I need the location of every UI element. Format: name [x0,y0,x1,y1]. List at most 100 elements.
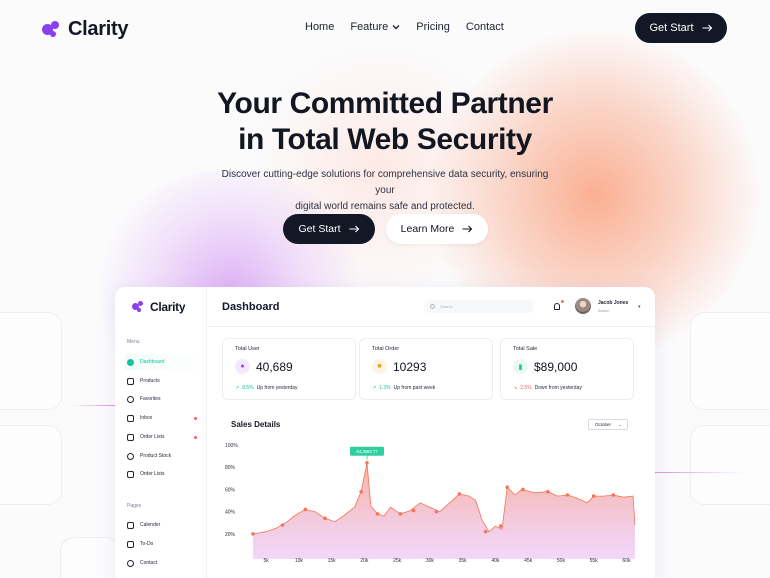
bar-chart-icon: ▮ [513,359,528,374]
search-icon [430,304,435,309]
data-point [505,485,510,490]
sidebar-item-label: Product Stock [140,453,172,459]
x-tick-label: 10k [295,558,304,564]
dashboard-title: Dashboard [222,301,280,313]
tooltip-label: 64,3664.77 [357,449,379,454]
hero-subtitle: Discover cutting-edge solutions for comp… [215,167,555,215]
logo-mark-icon [42,20,62,39]
nav-link-contact[interactable]: Contact [466,21,504,33]
stat-card-trend: ↗ 8.5% Up from yesterday [235,385,297,391]
sidebar-item-calender[interactable]: Calender [125,517,205,533]
users-icon: ● [235,359,250,374]
month-select-value: October [595,422,612,427]
hero-subtitle-line: Discover cutting-edge solutions for comp… [221,169,549,196]
stat-card-value: $89,000 [534,360,578,374]
decorative-line [70,405,115,406]
sidebar-item-todo[interactable]: To-Do [125,536,205,552]
search-input[interactable]: Search [424,300,534,313]
order-list-icon [127,470,134,478]
sidebar-item-product-stock[interactable]: Product Stock [125,448,205,464]
data-point [457,492,462,496]
data-point [303,507,308,512]
data-point [375,512,380,516]
y-tick-label: 20% [225,532,236,538]
data-point [251,532,255,536]
trend-up-icon: ↗ [372,385,377,391]
user-name: Jacob Jones [598,300,629,306]
arrow-right-icon [702,24,712,32]
sidebar-item-label: To-Do [140,541,154,547]
data-point [591,494,596,498]
month-select[interactable]: October ⌄ [588,419,628,430]
hero-title-line: in Total Web Security [238,123,532,156]
sidebar-item-order-lists[interactable]: Order Lists [125,429,205,445]
decorative-card [60,537,120,578]
products-icon [127,377,134,385]
phone-icon [127,559,134,567]
x-tick-label: 40k [491,558,500,564]
sidebar-item-label: Dashboard [140,359,165,365]
trend-percent: 1.3% [379,385,391,391]
stat-card-trend: ↘ 2.5% Down from yesterday [513,385,582,391]
get-start-button[interactable]: Get Start [635,13,727,43]
stat-card-label: Total User [235,346,260,352]
x-tick-label: 15k [328,558,337,564]
trend-text: Up from past week [393,385,436,391]
chevron-down-icon [392,25,400,30]
nav-link-feature[interactable]: Feature [350,21,400,33]
hero-title-line: Your Committed Partner [217,87,553,120]
trend-percent: 2.5% [520,385,532,391]
bell-icon[interactable] [554,303,560,310]
hero-title: Your Committed Partner in Total Web Secu… [0,86,770,158]
inbox-icon [127,414,134,422]
sidebar-item-contact[interactable]: Contact [125,555,205,571]
get-start-label: Get Start [649,22,694,34]
sidebar-item-label: Calender [140,522,161,528]
stat-card-value: 10293 [393,360,427,374]
sidebar-item-label: Contact [140,560,158,566]
y-tick-label: 60% [225,487,236,493]
dashboard-sidebar: Clarity Menu Dashboard Products Favorite… [115,287,207,578]
trend-text: Up from yesterday [256,385,298,391]
heart-icon [127,395,134,403]
sidebar-item-order-lists-2[interactable]: Order Lists [125,466,205,482]
nav-link-home[interactable]: Home [305,21,334,33]
arrow-right-icon [349,225,359,233]
arrow-right-icon [462,225,473,233]
data-point [565,493,570,497]
decorative-card [0,425,62,505]
hero-get-start-button[interactable]: Get Start [283,214,375,244]
nav-links: Home Feature Pricing Contact [305,21,504,33]
stat-card-total-user: Total User ● 40,689 ↗ 8.5% Up from yeste… [222,338,356,400]
y-tick-label: 100% [225,443,238,449]
chevron-down-icon[interactable]: ▾ [638,304,641,310]
x-tick-label: 50k [557,558,566,564]
pages-section-label: Pages [127,503,142,509]
dashboard-brand-logo[interactable]: Clarity [132,300,186,314]
y-tick-label: 80% [225,465,236,471]
avatar[interactable] [575,298,591,314]
x-tick-label: 20k [360,558,369,564]
stat-card-label: Total Order [372,346,400,352]
hero-subtitle-line: digital world remains safe and protected… [295,201,475,212]
dashboard-icon [127,358,134,366]
data-point [365,460,369,465]
stat-card-total-order: Total Order ■ 10293 ↗ 1.3% Up from past … [359,338,493,400]
nav-link-pricing[interactable]: Pricing [416,21,450,33]
sales-chart: 20% 40% 60% 80% 100% 64,3664.77 5k 10k 15k 20k 25k… [225,443,636,564]
sidebar-item-favorites[interactable]: Favorites [125,391,205,407]
decorative-line [655,472,745,473]
sidebar-item-label: Order Lists [140,434,165,440]
dashboard-header: Dashboard Search Jacob Jones Admin ▾ [207,287,655,327]
trend-text: Down from yesterday [534,385,582,391]
sidebar-item-inbox[interactable]: Inbox [125,410,205,426]
learn-more-button[interactable]: Learn More [386,214,488,244]
sidebar-item-dashboard[interactable]: Dashboard [125,354,205,370]
brand-logo[interactable]: Clarity [42,18,128,41]
notification-dot [194,416,197,420]
learn-more-label: Learn More [400,223,455,235]
x-tick-label: 30k [426,558,435,564]
stat-card-label: Total Sale [513,346,538,352]
sidebar-item-products[interactable]: Products [125,373,205,389]
brand-name: Clarity [68,18,129,40]
